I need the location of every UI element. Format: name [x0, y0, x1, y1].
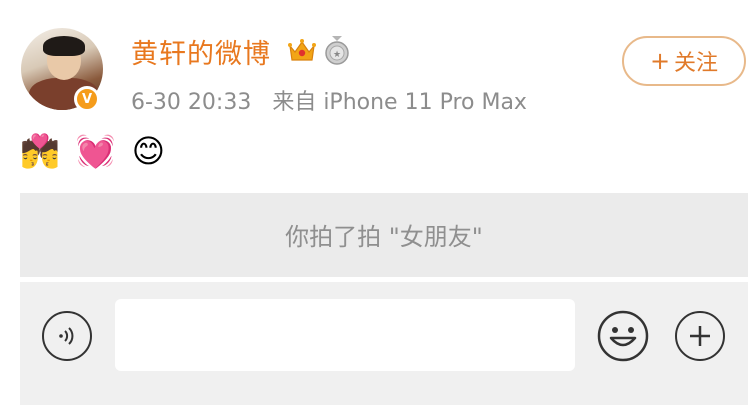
post-source[interactable]: 来自 iPhone 11 Pro Max — [272, 90, 527, 115]
post-meta: 6-30 20:33 来自 iPhone 11 Pro Max — [131, 84, 527, 116]
voice-icon — [59, 327, 74, 345]
verified-badge-icon: V — [74, 86, 100, 112]
crown-icon — [288, 39, 316, 61]
kiss-emoji: 💏 — [20, 132, 60, 170]
voice-button[interactable] — [42, 311, 92, 361]
post-time: 6-30 20:33 — [131, 90, 252, 115]
message-input[interactable] — [115, 299, 575, 371]
chat-input-bar — [20, 282, 748, 405]
username[interactable]: 黄轩的微博 — [131, 32, 271, 71]
pat-notice-text: 你拍了拍 "女朋友" — [285, 223, 483, 251]
add-icon — [690, 326, 710, 346]
post-header: V 黄轩的微博 ★ 6-30 20:33 来自 iPhone 11 Pro Ma… — [0, 0, 753, 190]
post-content: 💏 💓 😊 — [20, 128, 165, 174]
medal-icon: ★ — [325, 36, 349, 65]
plus-icon: + — [649, 47, 671, 75]
svg-text:★: ★ — [333, 50, 341, 60]
follow-label: 关注 — [674, 51, 719, 76]
pat-notice: 你拍了拍 "女朋友" — [20, 193, 748, 277]
follow-button[interactable]: + 关注 — [622, 36, 746, 86]
avatar-hair — [43, 36, 85, 56]
emoji-face-icon[interactable] — [596, 309, 650, 363]
add-button[interactable] — [675, 311, 725, 361]
heart-emoji: 💓 — [75, 132, 116, 170]
smile-emoji: 😊 — [131, 132, 166, 170]
